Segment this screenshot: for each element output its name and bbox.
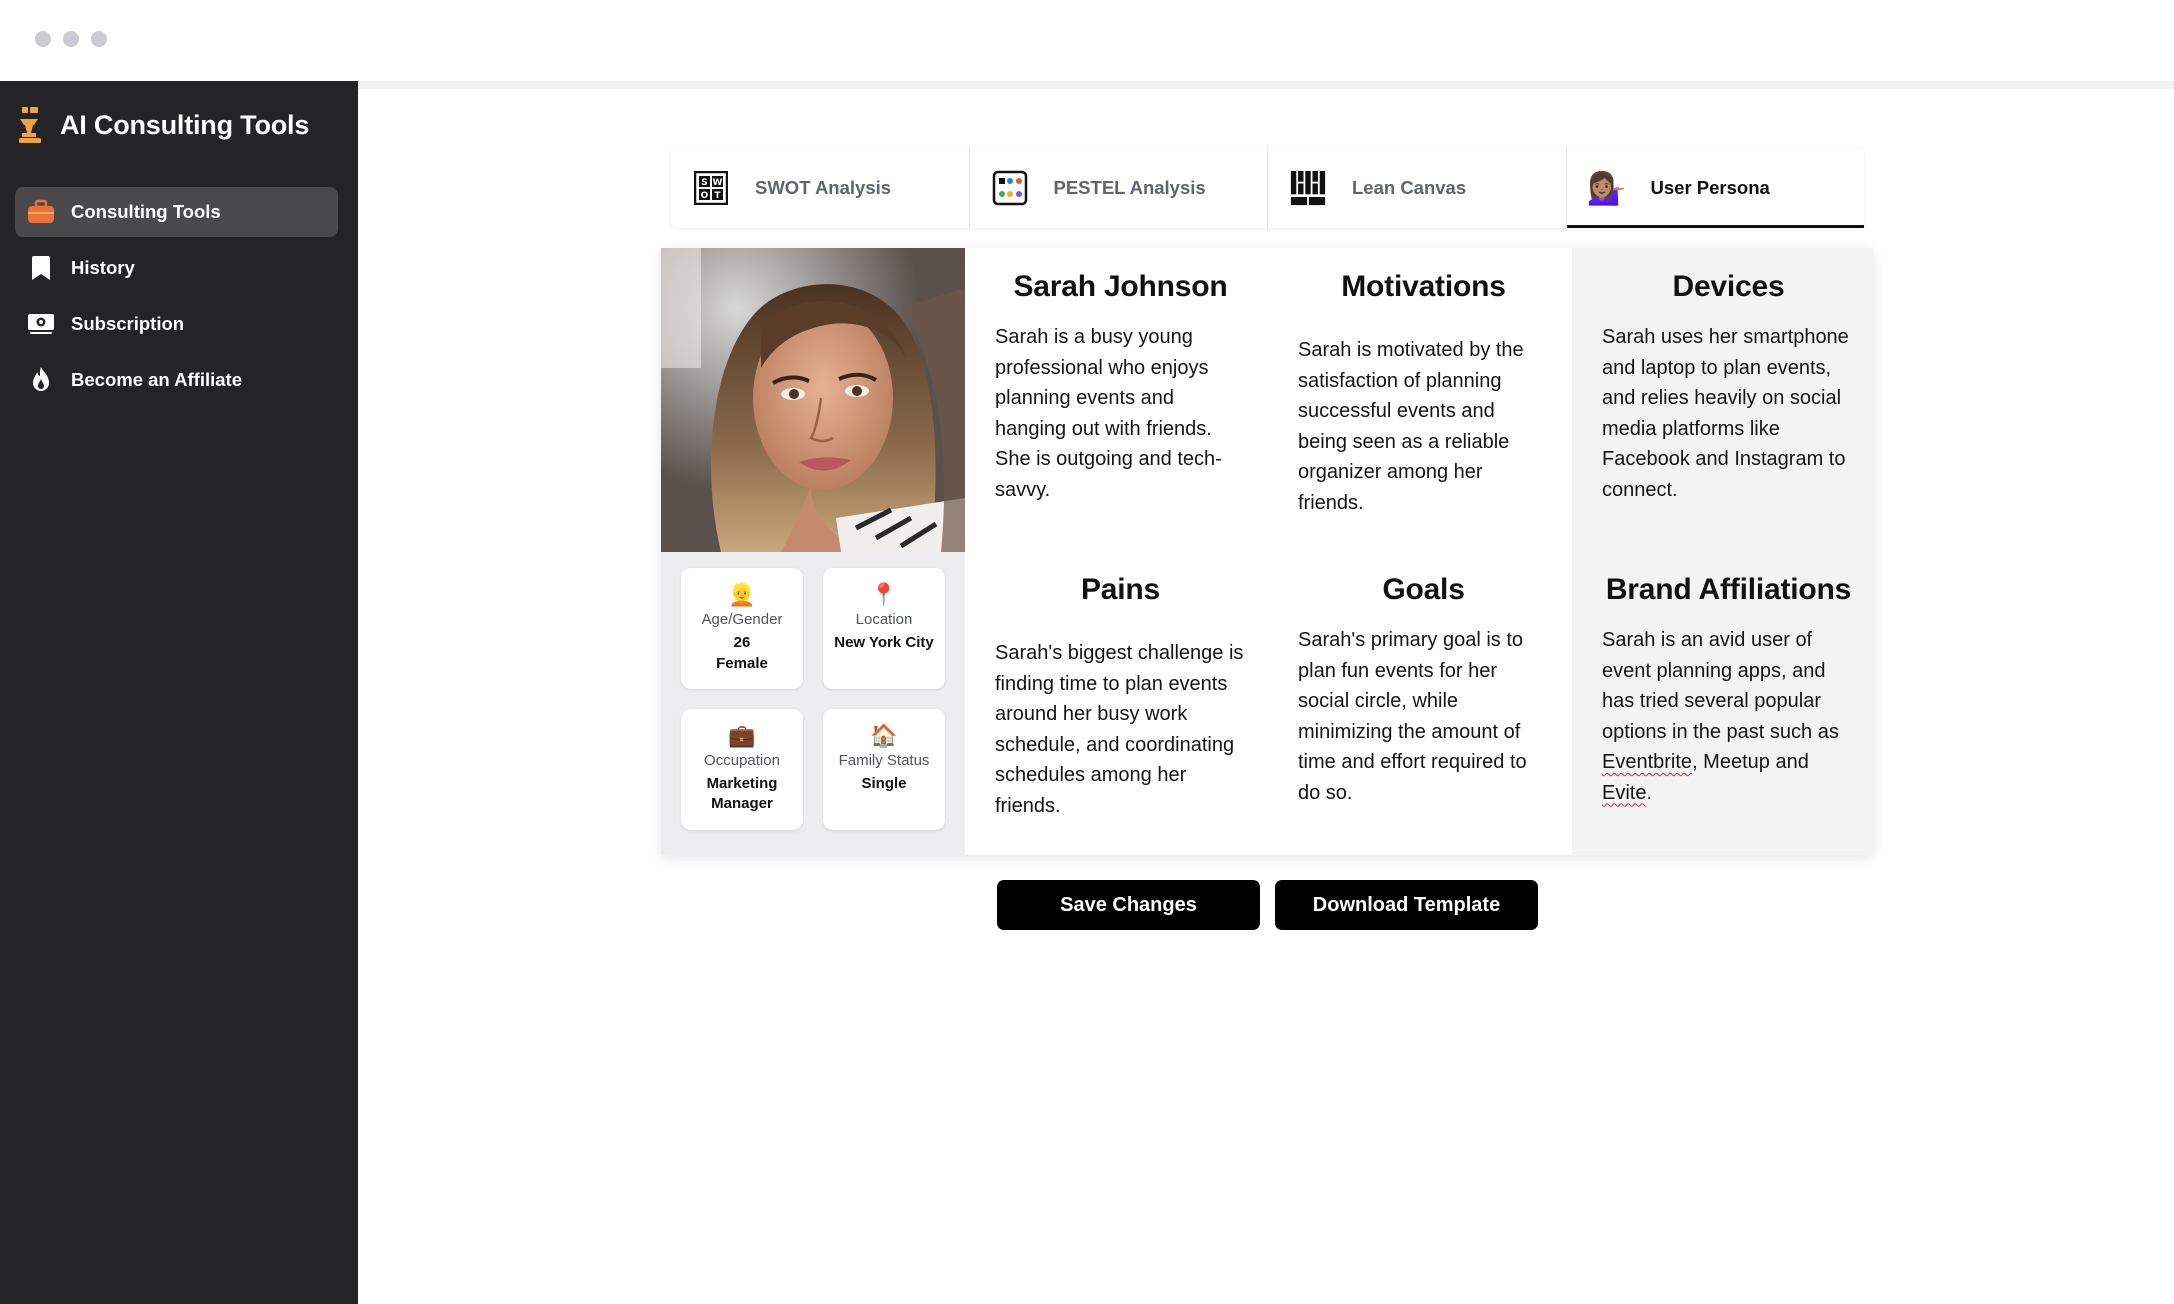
zoom-window-button[interactable] bbox=[91, 31, 107, 47]
gender-value: Female bbox=[716, 655, 768, 672]
brand-affiliations-text-end: . bbox=[1646, 781, 1653, 804]
brand-affiliations-text[interactable]: Sarah is an avid user of event planning … bbox=[1602, 625, 1855, 808]
location-label: Location bbox=[855, 611, 913, 628]
age-gender-label: Age/Gender bbox=[701, 611, 783, 628]
sidebar-item-history[interactable]: History bbox=[15, 243, 338, 293]
person-icon: 👱 bbox=[728, 582, 756, 607]
user-persona-board: 👱 Age/Gender 26 Female 📍 Location New Yo… bbox=[661, 248, 1873, 855]
content-top-divider bbox=[358, 81, 2174, 89]
svg-text:S: S bbox=[701, 178, 707, 188]
devices-text[interactable]: Sarah uses her smartphone and laptop to … bbox=[1602, 322, 1855, 505]
sidebar-item-subscription[interactable]: Subscription bbox=[15, 299, 338, 349]
lean-canvas-icon bbox=[1290, 170, 1326, 206]
family-status-card: 🏠 Family Status Single bbox=[823, 709, 945, 830]
map-pin-icon: 📍 bbox=[870, 582, 898, 607]
briefcase-icon bbox=[27, 198, 55, 226]
age-gender-card: 👱 Age/Gender 26 Female bbox=[681, 568, 803, 689]
persona-photo[interactable] bbox=[661, 248, 965, 552]
pains-title[interactable]: Pains bbox=[995, 573, 1246, 607]
briefcase-icon: 💼 bbox=[728, 723, 756, 748]
brand-affiliations-title[interactable]: Brand Affiliations bbox=[1602, 573, 1855, 607]
window-titlebar bbox=[0, 0, 2174, 81]
tab-user-persona[interactable]: 💁🏽‍♀️ User Persona bbox=[1566, 148, 1865, 228]
brand-eventbrite: Eventbrite bbox=[1602, 751, 1693, 773]
persona-summary-section[interactable]: Sarah Johnson Sarah is a busy young prof… bbox=[965, 270, 1268, 505]
tab-pestel-analysis[interactable]: PESTEL Analysis bbox=[970, 148, 1268, 228]
house-icon: 🏠 bbox=[870, 723, 898, 748]
pains-section[interactable]: Pains Sarah's biggest challenge is findi… bbox=[965, 573, 1268, 821]
location-value: New York City bbox=[834, 634, 934, 651]
motivations-title[interactable]: Motivations bbox=[1298, 270, 1549, 304]
pestel-icon bbox=[992, 170, 1028, 206]
brand-affiliations-text-start: Sarah is an avid user of event planning … bbox=[1602, 629, 1839, 743]
svg-text:O: O bbox=[701, 191, 709, 201]
close-window-button[interactable] bbox=[35, 31, 51, 47]
tab-lean-canvas[interactable]: Lean Canvas bbox=[1268, 148, 1567, 228]
tab-swot-analysis[interactable]: S W O T SWOT Analysis bbox=[671, 148, 970, 228]
pains-text[interactable]: Sarah's biggest challenge is finding tim… bbox=[995, 638, 1246, 821]
persona-bio[interactable]: Sarah is a busy young professional who e… bbox=[995, 322, 1246, 505]
devices-title[interactable]: Devices bbox=[1602, 270, 1855, 304]
flame-icon bbox=[27, 366, 55, 394]
sidebar: AI Consulting Tools Consulting Tools His… bbox=[0, 81, 358, 1304]
persona-profile-column: 👱 Age/Gender 26 Female 📍 Location New Yo… bbox=[661, 248, 965, 855]
sidebar-item-label: Consulting Tools bbox=[71, 201, 221, 222]
brand-affiliations-section[interactable]: Brand Affiliations Sarah is an avid user… bbox=[1572, 573, 1873, 808]
location-card: 📍 Location New York City bbox=[823, 568, 945, 689]
app-title: AI Consulting Tools bbox=[60, 109, 310, 140]
tab-label: Lean Canvas bbox=[1352, 177, 1467, 198]
tab-label: User Persona bbox=[1650, 177, 1770, 198]
download-template-button[interactable]: Download Template bbox=[1275, 880, 1538, 930]
brand[interactable]: AI Consulting Tools bbox=[16, 105, 309, 145]
svg-text:W: W bbox=[713, 178, 723, 188]
sidebar-item-label: Become an Affiliate bbox=[71, 369, 242, 390]
occupation-value: Marketing Manager bbox=[706, 775, 778, 812]
age-value: 26 bbox=[733, 634, 751, 651]
tab-label: SWOT Analysis bbox=[755, 177, 892, 198]
family-status-label: Family Status bbox=[838, 752, 930, 769]
money-icon bbox=[27, 310, 55, 338]
sidebar-item-consulting-tools[interactable]: Consulting Tools bbox=[15, 187, 338, 237]
goals-text[interactable]: Sarah's primary goal is to plan fun even… bbox=[1298, 625, 1549, 808]
family-status-value: Single bbox=[861, 775, 907, 792]
brand-affiliations-text-mid: , Meetup and bbox=[1692, 751, 1809, 773]
tool-tabs: S W O T SWOT Analysis PESTEL Analysis Le… bbox=[671, 148, 1864, 228]
swot-icon: S W O T bbox=[693, 170, 729, 206]
brand-evite: Evite bbox=[1602, 781, 1647, 804]
persona-name[interactable]: Sarah Johnson bbox=[995, 270, 1246, 304]
woman-tipping-hand-icon: 💁🏽‍♀️ bbox=[1586, 170, 1627, 206]
devices-section[interactable]: Devices Sarah uses her smartphone and la… bbox=[1572, 270, 1873, 505]
brand-logo-icon bbox=[16, 105, 44, 145]
minimize-window-button[interactable] bbox=[63, 31, 79, 47]
svg-text:T: T bbox=[714, 191, 721, 201]
tab-label: PESTEL Analysis bbox=[1053, 177, 1206, 198]
save-changes-button[interactable]: Save Changes bbox=[997, 880, 1260, 930]
bookmark-icon bbox=[27, 254, 55, 282]
goals-section[interactable]: Goals Sarah's primary goal is to plan fu… bbox=[1268, 573, 1571, 808]
sidebar-item-affiliate[interactable]: Become an Affiliate bbox=[15, 355, 338, 405]
goals-title[interactable]: Goals bbox=[1298, 573, 1549, 607]
motivations-section[interactable]: Motivations Sarah is motivated by the sa… bbox=[1268, 270, 1571, 518]
sidebar-item-label: Subscription bbox=[71, 313, 185, 334]
motivations-text[interactable]: Sarah is motivated by the satisfaction o… bbox=[1298, 335, 1549, 518]
occupation-card: 💼 Occupation Marketing Manager bbox=[681, 709, 803, 830]
occupation-label: Occupation bbox=[704, 752, 780, 769]
sidebar-item-label: History bbox=[71, 257, 135, 278]
